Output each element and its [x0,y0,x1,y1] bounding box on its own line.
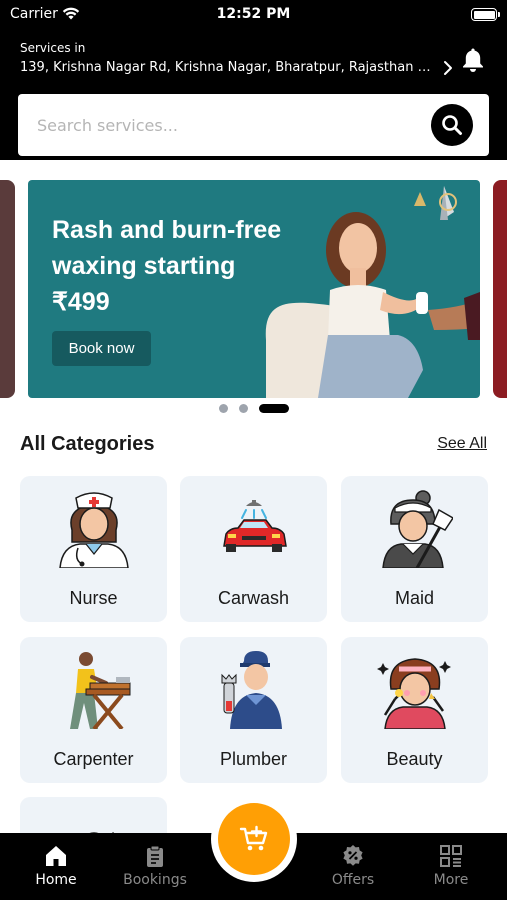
category-tile-carpenter[interactable]: Carpenter [20,637,167,783]
location-label: Services in [20,41,86,55]
tab-bookings[interactable]: Bookings [110,833,200,900]
tab-label: Bookings [123,872,187,888]
search-bar [18,94,489,156]
cart-add-icon [239,825,268,851]
clipboard-icon [147,845,163,867]
category-tile-maid[interactable]: Maid [341,476,488,622]
category-label: Beauty [386,749,443,769]
tab-label: Home [35,872,77,888]
search-button[interactable] [431,104,473,146]
category-label: Maid [394,588,434,608]
category-tile-nurse[interactable]: Nurse [20,476,167,622]
carousel-dot[interactable] [219,404,228,413]
carousel-dot[interactable] [239,404,248,413]
promo-banner[interactable]: Rash and burn-free waxing starting ₹499 … [28,180,480,398]
maid-icon [382,490,453,568]
tab-label: More [433,872,469,888]
category-tile-beauty[interactable]: Beauty [341,637,488,783]
category-label: Plumber [219,749,288,769]
nurse-icon [59,492,129,568]
category-label: Nurse [69,588,118,608]
carpenter-icon [70,652,131,729]
beauty-icon [377,658,451,729]
location-address[interactable]: 139, Krishna Nagar Rd, Krishna Nagar, Bh… [20,60,432,75]
banner-prev-slide[interactable] [0,180,15,398]
search-input[interactable] [18,94,418,156]
search-icon [442,115,462,135]
home-icon [46,846,66,866]
app-header: Carrier 12:52 PM Services in 139, Krishn… [0,0,507,160]
category-label: Carwash [217,588,290,608]
grid-icon [440,845,462,867]
banner-illustration [265,186,480,398]
clock: 12:52 PM [216,6,291,22]
banner-title: Rash and burn-free waxing starting ₹499 [52,216,282,316]
tab-home[interactable]: Home [11,833,101,900]
category-tile-plumber[interactable]: Plumber [180,637,327,783]
tab-more[interactable]: More [406,833,496,900]
battery-icon [471,8,500,21]
see-all-link[interactable]: See All [437,435,487,453]
status-bar: Carrier 12:52 PM [0,6,507,26]
carwash-icon [223,500,287,552]
banner-next-slide[interactable] [493,180,507,398]
tab-label: Offers [331,872,375,888]
category-tile-carwash[interactable]: Carwash [180,476,327,622]
category-label: Carpenter [53,749,134,769]
tab-offers[interactable]: Offers [308,833,398,900]
section-title: All Categories [20,433,155,455]
book-now-button[interactable]: Book now [52,331,151,366]
chevron-right-icon[interactable] [443,59,453,81]
carousel-dot-active[interactable] [259,404,289,413]
offer-badge-icon [343,845,363,866]
cart-fab-button[interactable] [218,803,290,875]
notification-bell-icon[interactable] [461,47,485,77]
plumber-icon [221,651,282,729]
